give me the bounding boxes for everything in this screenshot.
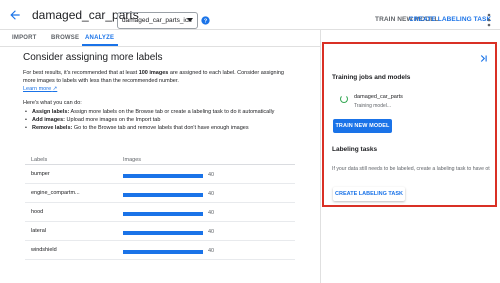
help-icon[interactable]: ? [201,16,210,25]
tab-import[interactable]: IMPORT [12,35,37,41]
table-row: windshield 40 [25,241,295,260]
analyze-content: Consider assigning more labels For best … [23,48,313,132]
more-options-icon[interactable] [486,13,492,27]
labeling-tasks-heading: Labeling tasks [332,146,378,153]
tab-bar: IMPORT BROWSE ANALYZE [0,30,320,44]
panel-divider [320,30,321,283]
learn-more-link[interactable]: Learn more ↗ [23,86,313,92]
image-count: 40 [208,172,215,178]
dataset-select[interactable]: damaged_car_parts_icn [117,12,198,29]
external-link-icon: ↗ [52,86,58,92]
label-name: hood [31,209,44,215]
training-jobs-heading: Training jobs and models [332,74,411,81]
table-row: bumper 40 [25,165,295,184]
label-name: lateral [31,228,46,234]
top-bar: damaged_car_parts damaged_car_parts_icn … [0,0,500,30]
collapse-panel-icon[interactable] [479,54,488,63]
panel-train-new-model-button[interactable]: TRAIN NEW MODEL [333,119,392,133]
svg-text:?: ? [204,18,208,24]
image-count-bar [123,174,203,178]
image-count-bar [123,231,203,235]
tab-browse[interactable]: BROWSE [51,35,79,41]
list-item: Remove labels: Go to the Browse tab and … [23,124,293,132]
table-row: hood 40 [25,203,295,222]
chevron-down-icon [187,18,193,22]
job-name[interactable]: damaged_car_parts [354,94,403,100]
table-header: Labels Images [25,155,295,165]
label-name: bumper [31,171,50,177]
job-status: Training model... [354,103,392,109]
image-count: 40 [208,191,215,197]
dataset-select-value: damaged_car_parts_icn [122,17,192,24]
suggestions-list: Assign labels: Assign more labels on the… [23,108,313,132]
column-header-images: Images [123,157,142,163]
table-row: engine_compartm... 40 [25,184,295,203]
image-count-bar [123,212,203,216]
labeling-tasks-description: If your data still needs to be labeled, … [332,166,490,172]
create-labeling-task-button[interactable]: CREATE LABELING TASK [409,16,491,23]
loading-spinner-icon [340,95,348,103]
image-count: 40 [208,210,215,216]
image-count: 40 [208,229,215,235]
side-panel: Training jobs and models damaged_car_par… [322,42,497,207]
labels-table: Labels Images bumper 40 engine_compartm.… [25,155,295,260]
label-name: windshield [31,247,57,253]
section-heading: Consider assigning more labels [23,52,163,63]
list-item: Add images: Upload more images on the Im… [23,116,293,124]
image-count-bar [123,250,203,254]
back-arrow-icon[interactable] [8,8,22,22]
tabs-divider [0,46,320,47]
recommendation-text: For best results, it's recommended that … [23,70,284,84]
list-item: Assign labels: Assign more labels on the… [23,108,293,116]
image-count: 40 [208,248,215,254]
column-header-labels: Labels [31,157,48,163]
table-row: lateral 40 [25,222,295,241]
panel-create-labeling-task-button[interactable]: CREATE LABELING TASK [333,187,405,201]
image-count-bar [123,193,203,197]
label-name: engine_compartm... [31,190,80,196]
tab-analyze[interactable]: ANALYZE [85,35,114,41]
suggestions-intro: Here's what you can do: [23,100,82,106]
